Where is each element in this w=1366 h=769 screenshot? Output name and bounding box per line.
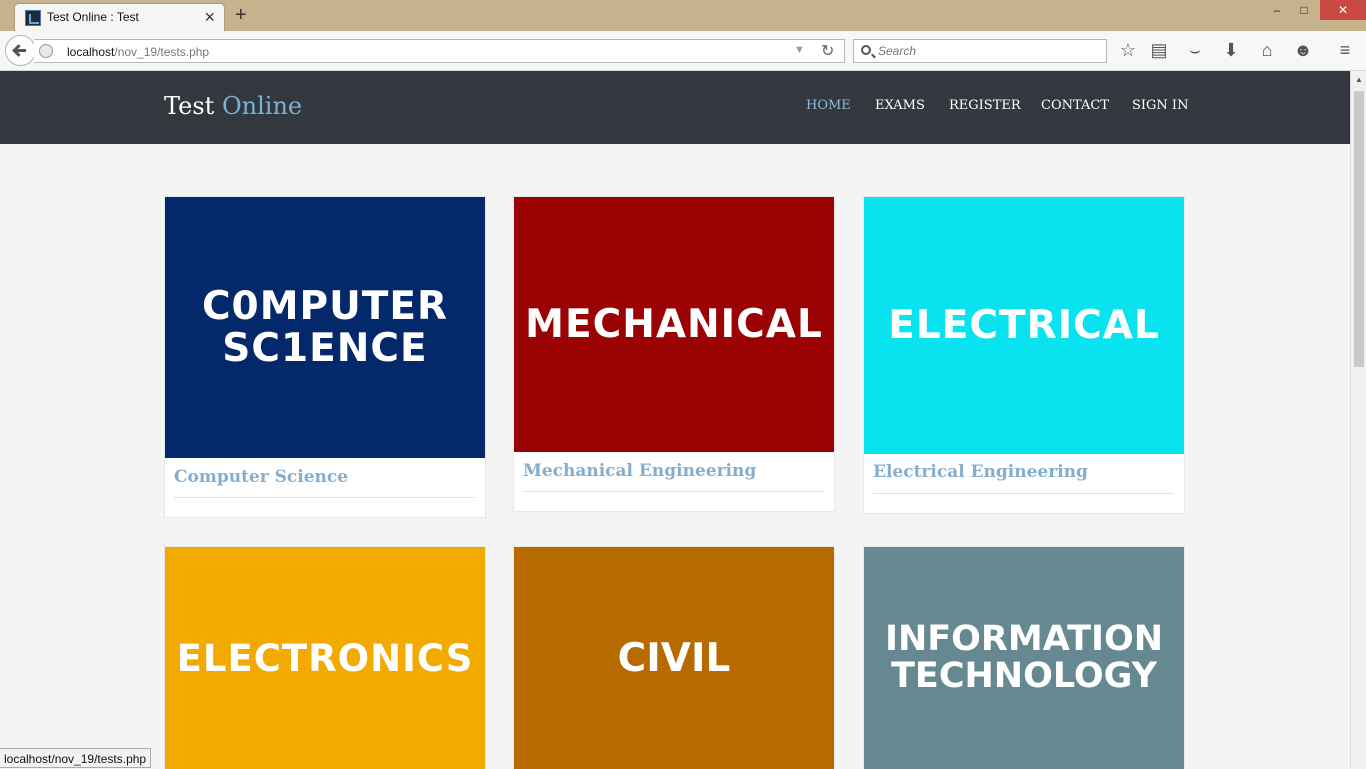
card-divider bbox=[174, 497, 475, 498]
nav-home[interactable]: HOME bbox=[806, 98, 851, 113]
back-icon[interactable] bbox=[5, 35, 36, 66]
electrical-image[interactable]: ELECTRICAL bbox=[864, 197, 1184, 454]
minimize-window-button[interactable]: – bbox=[1263, 0, 1291, 20]
reading-list-icon[interactable]: ▤ bbox=[1149, 40, 1169, 60]
tab-title: Test Online : Test bbox=[47, 10, 139, 24]
electronics-image[interactable]: ELECTRONICS bbox=[165, 547, 485, 769]
search-icon bbox=[861, 45, 871, 55]
nav-sign-in[interactable]: SIGN IN bbox=[1132, 98, 1188, 113]
computer-science-image[interactable]: C0MPUTER SC1ENCE bbox=[165, 197, 485, 458]
scroll-thumb[interactable] bbox=[1354, 91, 1364, 367]
course-card-mechanical[interactable]: MECHANICAL Mechanical Engineering bbox=[513, 196, 835, 512]
browser-navigation-bar: localhost/nov_19/tests.php ▼ ↻ ☆ ▤ ⌣ ⬇ ⌂… bbox=[0, 31, 1366, 71]
home-icon[interactable]: ⌂ bbox=[1257, 40, 1277, 60]
maximize-window-button[interactable]: □ bbox=[1290, 0, 1318, 20]
address-bar[interactable]: localhost/nov_19/tests.php ▼ ↻ bbox=[34, 39, 845, 63]
chat-icon[interactable]: ☻ bbox=[1293, 40, 1313, 60]
electrical-image-text: ELECTRICAL bbox=[888, 303, 1160, 348]
card-divider bbox=[523, 491, 824, 492]
dropdown-icon[interactable]: ▼ bbox=[794, 44, 805, 56]
page-scrollbar[interactable]: ▲ bbox=[1350, 71, 1366, 768]
civil-image-text: CIVIL bbox=[617, 635, 731, 681]
site-favicon-icon bbox=[25, 10, 41, 26]
mechanical-image-text: MECHANICAL bbox=[525, 302, 823, 347]
pocket-icon[interactable]: ⌣ bbox=[1185, 40, 1205, 60]
computer-science-image-text: C0MPUTER SC1ENCE bbox=[201, 283, 449, 371]
course-title[interactable]: Mechanical Engineering bbox=[523, 461, 756, 481]
browser-tab[interactable]: Test Online : Test × bbox=[14, 3, 225, 31]
reload-icon[interactable]: ↻ bbox=[821, 41, 834, 61]
close-window-button[interactable]: ✕ bbox=[1320, 0, 1366, 20]
course-card-electronics[interactable]: ELECTRONICS bbox=[164, 546, 486, 769]
mechanical-image[interactable]: MECHANICAL bbox=[514, 197, 834, 452]
browser-search-field[interactable] bbox=[853, 39, 1107, 63]
course-card-civil[interactable]: CIVIL bbox=[513, 546, 835, 769]
course-card-electrical[interactable]: ELECTRICAL Electrical Engineering bbox=[863, 196, 1185, 514]
information-technology-image-text: INFORMATION TECHNOLOGY bbox=[884, 619, 1164, 696]
scroll-up-icon[interactable]: ▲ bbox=[1355, 75, 1363, 84]
course-title[interactable]: Electrical Engineering bbox=[873, 462, 1088, 482]
course-title[interactable]: Computer Science bbox=[174, 467, 348, 487]
civil-image[interactable]: CIVIL bbox=[514, 547, 834, 769]
address-url[interactable]: localhost/nov_19/tests.php bbox=[67, 45, 209, 59]
download-icon[interactable]: ⬇ bbox=[1221, 40, 1241, 60]
status-bar-url: localhost/nov_19/tests.php bbox=[0, 748, 152, 768]
site-header: Test Online HOME EXAMS REGISTER CONTACT … bbox=[0, 71, 1350, 144]
information-technology-image[interactable]: INFORMATION TECHNOLOGY bbox=[864, 547, 1184, 769]
course-card-computer-science[interactable]: C0MPUTER SC1ENCE Computer Science bbox=[164, 196, 486, 518]
nav-exams[interactable]: EXAMS bbox=[875, 98, 925, 113]
nav-register[interactable]: REGISTER bbox=[949, 98, 1021, 113]
site-logo[interactable]: Test Online bbox=[164, 92, 302, 120]
browser-tab-strip: Test Online : Test × + – □ ✕ bbox=[0, 0, 1366, 31]
bookmark-star-icon[interactable]: ☆ bbox=[1118, 40, 1138, 60]
nav-contact[interactable]: CONTACT bbox=[1041, 98, 1109, 113]
new-tab-icon[interactable]: + bbox=[235, 5, 247, 25]
course-card-information-technology[interactable]: INFORMATION TECHNOLOGY bbox=[863, 546, 1185, 769]
electronics-image-text: ELECTRONICS bbox=[176, 636, 474, 680]
search-input[interactable] bbox=[878, 43, 1088, 59]
close-tab-icon[interactable]: × bbox=[204, 8, 215, 26]
globe-icon bbox=[39, 44, 53, 58]
card-divider bbox=[873, 493, 1174, 494]
menu-icon[interactable]: ≡ bbox=[1335, 40, 1355, 60]
